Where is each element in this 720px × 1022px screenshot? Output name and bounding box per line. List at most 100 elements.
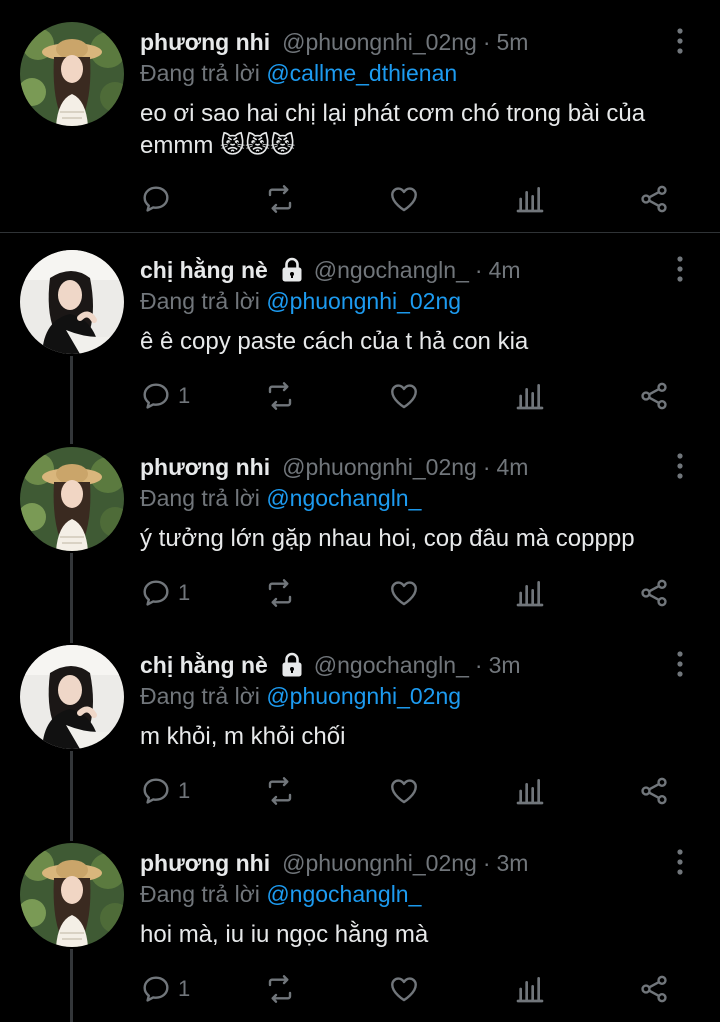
- tweet-header: chị hằng nè @ngochangln_ · 3m: [140, 647, 521, 683]
- bar-chart-icon: [514, 577, 546, 609]
- stats-button[interactable]: [514, 179, 546, 219]
- mention-link[interactable]: @phuongnhi_02ng: [266, 288, 461, 314]
- reply-button[interactable]: 1: [140, 969, 190, 1009]
- reply-count: 1: [178, 580, 191, 605]
- share-icon: [638, 380, 670, 412]
- stats-button[interactable]: [514, 771, 546, 811]
- user-handle[interactable]: @ngochangln_: [314, 257, 469, 284]
- share-button[interactable]: [638, 969, 670, 1009]
- tweet-text-line: hoi mà, iu iu ngọc hằng mà: [140, 921, 429, 948]
- tweet[interactable]: chị hằng nè @ngochangln_ · 4m Đang trả lời @…: [0, 250, 720, 445]
- avatar[interactable]: [20, 447, 124, 551]
- avatar[interactable]: [20, 250, 124, 354]
- display-name[interactable]: chị hằng nè: [140, 257, 268, 284]
- tweet-text-line: ê ê copy paste cách của t hả con kia: [140, 328, 529, 355]
- like-button[interactable]: [388, 969, 420, 1009]
- tweet-header: phương nhi @phuongnhi_02ng · 4m: [140, 449, 528, 485]
- replying-to: Đang trả lời @ngochangln_: [140, 485, 421, 512]
- reply-button[interactable]: 1: [140, 376, 190, 416]
- mention-link[interactable]: @phuongnhi_02ng: [266, 683, 461, 709]
- timestamp[interactable]: 3m: [489, 652, 521, 679]
- more-vertical-icon[interactable]: [674, 26, 686, 56]
- retweet-button[interactable]: [264, 771, 296, 811]
- tweet[interactable]: phương nhi @phuongnhi_02ng · 3m Đang trả lời…: [0, 843, 720, 1022]
- reply-count: 1: [178, 778, 191, 803]
- share-icon: [638, 775, 670, 807]
- timestamp[interactable]: 4m: [497, 454, 529, 481]
- replying-to: Đang trả lời @phuongnhi_02ng: [140, 288, 461, 315]
- share-button[interactable]: [638, 771, 670, 811]
- retweet-button[interactable]: [264, 969, 296, 1009]
- mention-link[interactable]: @callme_dthienan: [266, 60, 457, 86]
- user-handle[interactable]: @phuongnhi_02ng: [282, 29, 477, 56]
- like-button[interactable]: [388, 179, 420, 219]
- reply-button[interactable]: 1: [140, 771, 190, 811]
- reply-count: 1: [178, 976, 191, 1001]
- more-vertical-icon[interactable]: [674, 451, 686, 481]
- mention-link[interactable]: @ngochangln_: [266, 881, 421, 907]
- more-vertical-icon[interactable]: [674, 847, 686, 877]
- reply-bubble-icon: [140, 183, 172, 215]
- timestamp[interactable]: 4m: [489, 257, 521, 284]
- reply-bubble-icon: [140, 973, 172, 1005]
- replying-to: Đang trả lời @phuongnhi_02ng: [140, 683, 461, 710]
- tweet-actions: 1: [140, 969, 680, 1009]
- tweet-text-line: m khỏi, m khỏi chối: [140, 723, 346, 750]
- reply-bubble-icon: [140, 577, 172, 609]
- tweet-text-line: ý tưởng lớn gặp nhau hoi, cop đâu mà cop…: [140, 525, 635, 552]
- tweet[interactable]: phương nhi @phuongnhi_02ng · 4m Đang trả lời…: [0, 447, 720, 642]
- stats-button[interactable]: [514, 969, 546, 1009]
- like-button[interactable]: [388, 376, 420, 416]
- share-button[interactable]: [638, 179, 670, 219]
- tweet-text: ý tưởng lớn gặp nhau hoi, cop đâu mà cop…: [140, 523, 700, 555]
- tweet-actions: 1: [140, 376, 680, 416]
- timestamp[interactable]: 3m: [497, 850, 529, 877]
- retweet-icon: [264, 380, 296, 412]
- retweet-icon: [264, 775, 296, 807]
- share-button[interactable]: [638, 376, 670, 416]
- retweet-button[interactable]: [264, 573, 296, 613]
- more-vertical-icon[interactable]: [674, 254, 686, 284]
- avatar[interactable]: [20, 22, 124, 126]
- reply-bubble-icon: [140, 775, 172, 807]
- tweet-text: eo ơi sao hai chị lại phát cơm chó trong…: [140, 98, 700, 162]
- heart-icon: [388, 775, 420, 807]
- display-name[interactable]: phương nhi: [140, 454, 270, 481]
- lock-icon: [280, 652, 304, 678]
- display-name[interactable]: phương nhi: [140, 29, 270, 56]
- retweet-button[interactable]: [264, 179, 296, 219]
- stats-button[interactable]: [514, 573, 546, 613]
- replying-to-label: Đang trả lời: [140, 288, 260, 314]
- display-name[interactable]: chị hằng nè: [140, 652, 268, 679]
- replying-to-label: Đang trả lời: [140, 881, 260, 907]
- tweet-actions: 1: [140, 771, 680, 811]
- avatar[interactable]: [20, 843, 124, 947]
- thread-divider: [0, 232, 720, 233]
- timestamp[interactable]: 5m: [497, 29, 529, 56]
- retweet-button[interactable]: [264, 376, 296, 416]
- tweet-text: m khỏi, m khỏi chối: [140, 721, 700, 753]
- tweet[interactable]: chị hằng nè @ngochangln_ · 3m Đang trả lời @…: [0, 645, 720, 840]
- reply-button[interactable]: [140, 179, 178, 219]
- reply-count: 1: [178, 383, 191, 408]
- reply-button[interactable]: 1: [140, 573, 190, 613]
- user-handle[interactable]: @ngochangln_: [314, 652, 469, 679]
- tweet[interactable]: phương nhi @phuongnhi_02ng · 5m Đang trả lời…: [0, 22, 720, 217]
- like-button[interactable]: [388, 771, 420, 811]
- user-handle[interactable]: @phuongnhi_02ng: [282, 454, 477, 481]
- user-handle[interactable]: @phuongnhi_02ng: [282, 850, 477, 877]
- mention-link[interactable]: @ngochangln_: [266, 485, 421, 511]
- like-button[interactable]: [388, 573, 420, 613]
- heart-icon: [388, 183, 420, 215]
- stats-button[interactable]: [514, 376, 546, 416]
- share-button[interactable]: [638, 573, 670, 613]
- replying-to-label: Đang trả lời: [140, 485, 260, 511]
- share-icon: [638, 577, 670, 609]
- retweet-icon: [264, 577, 296, 609]
- display-name[interactable]: phương nhi: [140, 850, 270, 877]
- heart-icon: [388, 577, 420, 609]
- tweet-header: phương nhi @phuongnhi_02ng · 3m: [140, 845, 528, 881]
- more-vertical-icon[interactable]: [674, 649, 686, 679]
- avatar[interactable]: [20, 645, 124, 749]
- separator-dot: ·: [482, 453, 491, 480]
